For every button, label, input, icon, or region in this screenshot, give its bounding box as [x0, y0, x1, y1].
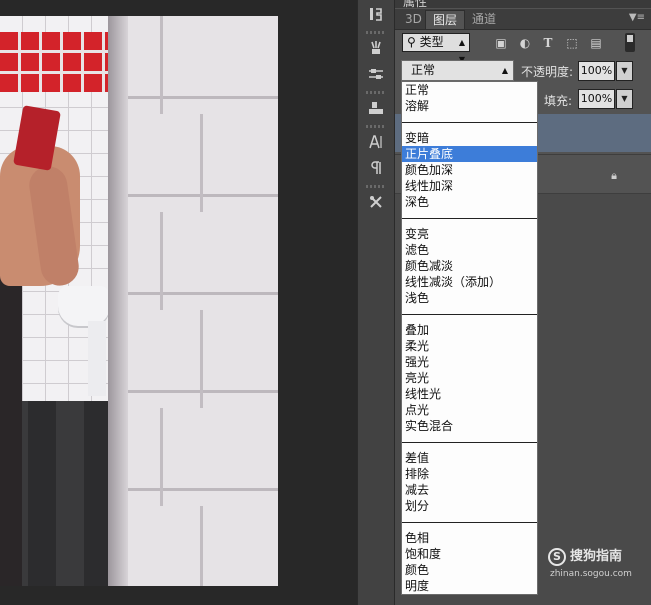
blend-option[interactable]: 点光 [402, 402, 537, 418]
adjustment-filter-icon[interactable]: ◐ [518, 36, 532, 50]
watermark-brand: 搜狗指南 [570, 549, 623, 564]
brush-preset-icon[interactable] [361, 36, 391, 60]
blend-group-contrast: 叠加 柔光 强光 亮光 线性光 点光 实色混合 [402, 322, 537, 434]
blend-option[interactable]: 变暗 [402, 130, 537, 146]
lock-icon: 🔒︎ [611, 169, 617, 182]
blend-option[interactable]: 深色 [402, 194, 537, 210]
blend-option[interactable]: 溶解 [402, 98, 537, 114]
photo-red-tiles [0, 32, 112, 92]
smart-object-filter-icon[interactable]: ▤ [589, 36, 603, 50]
image-filter-icon[interactable]: ▣ [494, 36, 508, 50]
opacity-slider-button[interactable]: ▼ [616, 61, 633, 81]
document-photo[interactable] [0, 16, 278, 586]
panel-icon-strip [357, 0, 395, 605]
fill-input[interactable]: 100% [578, 89, 615, 109]
sogou-watermark: S 搜狗指南 zhinan.sogou.com [548, 548, 648, 584]
photo-pillar-edge [108, 16, 128, 586]
blend-option[interactable]: 排除 [402, 466, 537, 482]
blend-option[interactable]: 正常 [402, 82, 537, 98]
opacity-label: 不透明度: [521, 65, 574, 79]
opacity-input[interactable]: 100% [578, 61, 615, 81]
blend-option[interactable]: 线性加深 [402, 178, 537, 194]
blend-mode-select[interactable]: 正常 ▲▼ [401, 60, 514, 94]
layer-filter-row: ⚲ 类型 ▲▼ ▣ ◐ T ⬚ ▤ [395, 30, 651, 64]
character-icon[interactable] [361, 130, 391, 154]
properties-panel-header[interactable]: 属性 [395, 0, 651, 8]
blend-option[interactable]: 叠加 [402, 322, 537, 338]
document-canvas[interactable] [0, 0, 357, 605]
blend-option[interactable]: 颜色减淡 [402, 258, 537, 274]
properties-panel-title: 属性 [403, 0, 428, 8]
fill-label: 填充: [544, 94, 573, 108]
blend-row: 正常 ▲▼ 不透明度: 100% ▼ [395, 58, 651, 94]
blend-option[interactable]: 差值 [402, 450, 537, 466]
filter-toggle-switch[interactable] [625, 33, 635, 52]
blend-group-lighten: 变亮 滤色 颜色减淡 线性减淡（添加） 浅色 [402, 226, 537, 306]
brush-settings-icon[interactable] [361, 62, 391, 86]
tab-layers[interactable]: 图层 [425, 10, 466, 29]
photo-brick-wall [124, 16, 278, 586]
blend-option[interactable]: 线性减淡（添加） [402, 274, 537, 290]
blend-group-component: 色相 饱和度 颜色 明度 [402, 530, 537, 594]
blend-option[interactable]: 划分 [402, 498, 537, 514]
fill-slider-button[interactable]: ▼ [616, 89, 633, 109]
blend-group-normal: 正常 溶解 [402, 82, 537, 114]
blend-option[interactable]: 实色混合 [402, 418, 537, 434]
blend-option[interactable]: 减去 [402, 482, 537, 498]
blend-option[interactable]: 滤色 [402, 242, 537, 258]
blend-mode-dropdown: 正常 溶解 变暗 正片叠底 颜色加深 线性加深 深色 变亮 滤色 颜色减淡 线性… [401, 81, 538, 595]
sogou-logo-icon: S [548, 548, 566, 566]
panel-menu-icon[interactable]: ▼≡ [629, 12, 645, 23]
blend-option[interactable]: 明度 [402, 578, 537, 594]
blend-option[interactable]: 变亮 [402, 226, 537, 242]
blend-option[interactable]: 柔光 [402, 338, 537, 354]
panel-tab-bar: 3D 图层 通道 ▼≡ [395, 9, 651, 30]
photo-person-body [0, 266, 22, 586]
blend-mode-current: 正常 [411, 63, 436, 77]
blend-option[interactable]: 强光 [402, 354, 537, 370]
blend-option[interactable]: 颜色 [402, 562, 537, 578]
photo-sink-pedestal [88, 321, 106, 396]
history-icon[interactable] [361, 2, 391, 26]
blend-option[interactable]: 饱和度 [402, 546, 537, 562]
paragraph-icon[interactable] [361, 156, 391, 180]
filter-kind-select[interactable]: ⚲ 类型 ▲▼ [402, 33, 470, 64]
blend-option[interactable]: 颜色加深 [402, 162, 537, 178]
blend-option-selected[interactable]: 正片叠底 [402, 146, 537, 162]
tool-preset-icon[interactable] [361, 190, 391, 214]
clone-source-icon[interactable] [361, 96, 391, 120]
search-icon: ⚲ [407, 35, 416, 49]
photo-sink [58, 286, 110, 326]
blend-option[interactable]: 线性光 [402, 386, 537, 402]
watermark-url: zhinan.sogou.com [550, 569, 632, 579]
blend-group-inversion: 差值 排除 减去 划分 [402, 450, 537, 514]
blend-group-darken: 变暗 正片叠底 颜色加深 线性加深 深色 [402, 130, 537, 210]
filter-kind-label: 类型 [419, 35, 444, 49]
blend-option[interactable]: 亮光 [402, 370, 537, 386]
shape-filter-icon[interactable]: ⬚ [565, 36, 579, 50]
tab-channels[interactable]: 通道 [465, 10, 503, 29]
type-filter-icon[interactable]: T [541, 36, 555, 50]
blend-option[interactable]: 色相 [402, 530, 537, 546]
blend-option[interactable]: 浅色 [402, 290, 537, 306]
